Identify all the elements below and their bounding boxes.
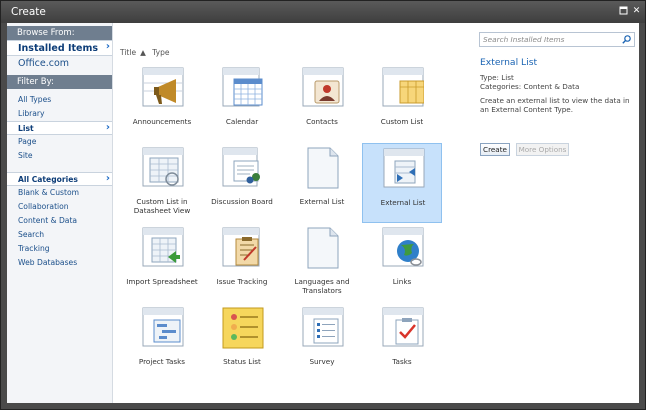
tile-custom-list-datasheet[interactable]: Custom List in Datasheet View <box>122 143 202 223</box>
announcements-icon <box>142 67 184 107</box>
details-pane: Search Installed Items External List Typ… <box>471 23 639 403</box>
contacts-icon <box>302 67 344 107</box>
tile-import-spreadsheet[interactable]: Import Spreadsheet <box>122 223 202 303</box>
document-icon <box>307 147 339 189</box>
tile-label: Custom List <box>380 117 424 126</box>
tile-label: Issue Tracking <box>216 277 268 286</box>
category-collaboration[interactable]: Collaboration <box>7 200 112 214</box>
chevron-right-icon: › <box>105 173 110 184</box>
tile-issue-tracking[interactable]: Issue Tracking <box>202 223 282 303</box>
browse-heading: Browse From: <box>7 26 112 40</box>
tile-label: Custom List in Datasheet View <box>133 197 191 215</box>
tile-label: Contacts <box>306 117 338 126</box>
category-content-data[interactable]: Content & Data <box>7 214 112 228</box>
tile-label: Tasks <box>392 357 412 366</box>
tasks-icon <box>382 307 424 347</box>
tile-label: Languages and Translators <box>294 277 350 295</box>
tile-announcements[interactable]: Announcements <box>122 63 202 143</box>
browse-office-com[interactable]: Office.com <box>7 56 112 72</box>
create-dialog: Create ✕ Browse From: Installed Items › … <box>0 0 646 410</box>
filter-heading: Filter By: <box>7 75 112 89</box>
tile-tasks[interactable]: Tasks <box>362 303 442 383</box>
tile-external-list[interactable]: External List <box>282 143 362 223</box>
tile-label: External List <box>380 198 426 207</box>
tile-label: Project Tasks <box>138 357 186 366</box>
discussion-board-icon <box>222 147 260 187</box>
filter-site[interactable]: Site <box>7 149 112 163</box>
left-pane: Browse From: Installed Items › Office.co… <box>7 23 113 403</box>
category-tracking[interactable]: Tracking <box>7 242 112 256</box>
tile-label: Status List <box>223 357 261 366</box>
title-bar: Create ✕ <box>1 1 645 23</box>
tile-label: Survey <box>309 357 335 366</box>
document-icon <box>307 227 339 269</box>
project-tasks-icon <box>142 307 184 347</box>
tile-links[interactable]: Links <box>362 223 442 303</box>
external-list-icon <box>383 148 425 188</box>
chevron-right-icon: › <box>105 41 110 52</box>
tile-label: Announcements <box>132 117 192 126</box>
tile-project-tasks[interactable]: Project Tasks <box>122 303 202 383</box>
tile-survey[interactable]: Survey <box>282 303 362 383</box>
filter-list[interactable]: List › <box>7 121 112 135</box>
filter-page[interactable]: Page <box>7 135 112 149</box>
tile-label: Import Spreadsheet <box>126 277 198 286</box>
category-web-databases[interactable]: Web Databases <box>7 256 112 270</box>
sort-bar: Title ▲ Type <box>120 48 173 57</box>
detail-title: External List <box>480 57 538 68</box>
tile-languages-translators[interactable]: Languages and Translators <box>282 223 362 303</box>
category-search[interactable]: Search <box>7 228 112 242</box>
chevron-right-icon: › <box>105 122 110 133</box>
issue-tracking-icon <box>222 227 260 267</box>
more-options-button[interactable]: More Options <box>516 143 569 156</box>
detail-categories: Categories: Content & Data <box>480 82 580 91</box>
browse-installed-items[interactable]: Installed Items › <box>7 40 112 56</box>
import-spreadsheet-icon <box>142 227 184 267</box>
filter-all-types[interactable]: All Types <box>7 93 112 107</box>
detail-description: Create an external list to view the data… <box>480 96 630 114</box>
status-list-icon <box>222 307 264 349</box>
filter-library[interactable]: Library <box>7 107 112 121</box>
browse-installed-label: Installed Items <box>18 43 99 54</box>
calendar-icon <box>222 67 263 107</box>
search-icon[interactable] <box>622 35 631 46</box>
template-gallery: Title ▲ Type Announcements Calendar Cont… <box>114 23 471 403</box>
survey-icon <box>302 307 344 347</box>
filter-list-label: List <box>18 124 34 133</box>
search-input[interactable]: Search Installed Items <box>479 32 635 47</box>
tile-label: Discussion Board <box>211 197 273 206</box>
sort-ascending-icon: ▲ <box>140 48 146 57</box>
maximize-icon[interactable] <box>618 6 629 17</box>
category-blank-custom[interactable]: Blank & Custom <box>7 186 112 200</box>
sort-type[interactable]: Type <box>152 48 169 57</box>
tile-contacts[interactable]: Contacts <box>282 63 362 143</box>
tile-label: Links <box>392 277 412 286</box>
tile-status-list[interactable]: Status List <box>202 303 282 383</box>
detail-type: Type: List <box>480 73 514 82</box>
dialog-title: Create <box>11 6 46 18</box>
custom-list-icon <box>382 67 424 107</box>
datasheet-icon <box>142 147 184 187</box>
close-icon[interactable]: ✕ <box>631 6 642 17</box>
tile-external-list-selected[interactable]: External List <box>362 143 442 223</box>
tile-calendar[interactable]: Calendar <box>202 63 282 143</box>
links-icon <box>382 227 424 267</box>
all-categories-label: All Categories <box>18 175 78 184</box>
tile-label: Calendar <box>225 117 259 126</box>
tile-custom-list[interactable]: Custom List <box>362 63 442 143</box>
dialog-body: Browse From: Installed Items › Office.co… <box>7 23 639 403</box>
tile-label: External List <box>299 197 345 206</box>
create-button[interactable]: Create <box>480 143 510 156</box>
filter-all-categories[interactable]: All Categories › <box>7 172 112 186</box>
sort-title[interactable]: Title <box>120 48 136 57</box>
search-placeholder: Search Installed Items <box>483 35 565 44</box>
tile-discussion-board[interactable]: Discussion Board <box>202 143 282 223</box>
